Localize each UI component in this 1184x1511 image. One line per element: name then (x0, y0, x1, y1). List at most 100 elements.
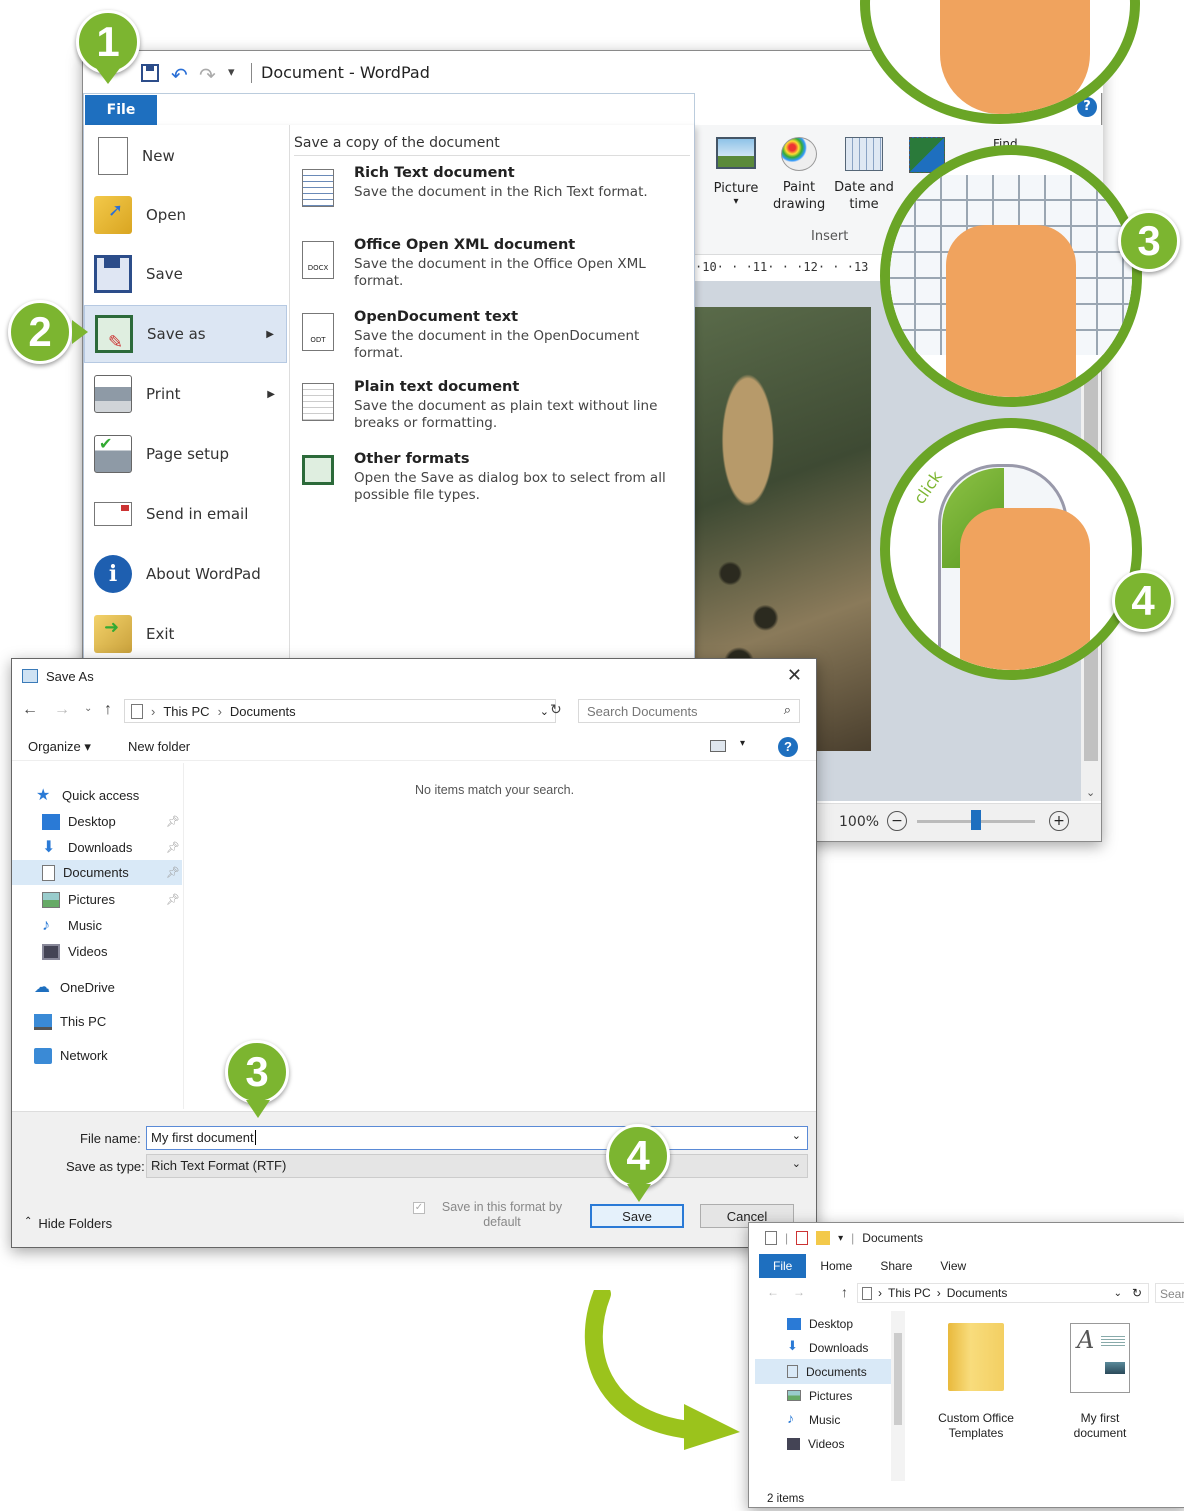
keyboard-illustration (880, 145, 1142, 407)
pin-icon[interactable]: 📌︎ (166, 815, 180, 828)
help-dialog-icon[interactable]: ? (778, 737, 798, 757)
chevron-up-icon: ⌃ (24, 1216, 33, 1227)
nav-downloads[interactable]: ⬇ Downloads 📌︎ (42, 835, 180, 860)
explorer-back-icon[interactable]: ← (767, 1285, 779, 1299)
address-bar[interactable]: › This PC › Documents ⌄ (124, 699, 556, 723)
savetype-select[interactable]: Rich Text Format (RTF) ⌄ (146, 1154, 808, 1178)
nav-onedrive[interactable]: ☁ OneDrive (34, 975, 115, 1000)
explorer-nav-music[interactable]: ♪ Music (787, 1407, 840, 1432)
organize-button[interactable]: Organize ▾ (28, 739, 91, 755)
breadcrumb-documents[interactable]: Documents (947, 1286, 1008, 1300)
refresh-icon[interactable]: ↻ (550, 701, 562, 718)
format-other[interactable]: Other formats Open the Save as dialog box… (302, 451, 692, 504)
nav-quick-access[interactable]: ★ Quick access (36, 783, 139, 808)
explorer-address-bar[interactable]: › This PC › Documents ⌄ ↻ (857, 1283, 1149, 1303)
view-chevron-icon[interactable]: ▾ (740, 738, 745, 749)
format-odt[interactable]: ODT OpenDocument text Save the document i… (302, 309, 692, 362)
menu-print[interactable]: Print ▶ (84, 365, 287, 423)
paint-drawing-button[interactable]: Paint drawing (773, 137, 825, 213)
dialog-title: Save As (46, 668, 94, 684)
nav-network[interactable]: Network (34, 1043, 108, 1068)
zoom-in-icon[interactable]: + (1049, 811, 1069, 831)
new-folder-button[interactable]: New folder (128, 739, 190, 754)
nav-pictures[interactable]: Pictures 📌︎ (42, 887, 180, 912)
menu-page-setup[interactable]: ✔ Page setup (84, 425, 287, 483)
filename-dropdown-icon[interactable]: ⌄ (792, 1129, 801, 1142)
explorer-address-dropdown-icon[interactable]: ⌄ (1114, 1288, 1122, 1299)
nav-desktop[interactable]: Desktop 📌︎ (42, 809, 180, 834)
explorer-tab-file[interactable]: File (759, 1254, 807, 1278)
explorer-nav-pictures[interactable]: Pictures (787, 1383, 852, 1408)
menu-open[interactable]: ➚ Open (84, 186, 287, 244)
explorer-tab-home[interactable]: Home (806, 1254, 866, 1278)
redo-icon[interactable]: ↷ (199, 63, 216, 87)
view-options-icon[interactable] (710, 740, 726, 752)
pin-icon[interactable]: 📌︎ (166, 893, 180, 906)
explorer-up-icon[interactable]: ↑ (841, 1284, 848, 1300)
qat-dropdown-icon[interactable]: ▾ (838, 1233, 843, 1244)
back-icon[interactable]: ← (22, 701, 38, 719)
explorer-tab-share[interactable]: Share (866, 1254, 926, 1278)
undo-icon[interactable]: ↶ (171, 63, 188, 87)
date-time-button[interactable]: Date and time (831, 137, 897, 213)
pin-icon[interactable]: 📌︎ (166, 841, 180, 854)
save-button[interactable]: Save (590, 1204, 684, 1228)
explorer-search-input[interactable]: Sear (1155, 1283, 1184, 1303)
up-icon[interactable]: ↑ (104, 701, 112, 719)
rtf-document-icon: A (1070, 1323, 1130, 1393)
save-quick-icon[interactable] (141, 64, 159, 82)
recent-chevron-icon[interactable]: ⌄ (84, 703, 92, 714)
customize-qat-icon[interactable]: ▾ (228, 65, 235, 80)
filename-input[interactable]: My first document ⌄ (146, 1126, 808, 1150)
explorer-refresh-icon[interactable]: ↻ (1132, 1286, 1142, 1300)
scroll-down-icon[interactable]: ⌄ (1086, 786, 1095, 799)
documents-icon (787, 1365, 798, 1378)
close-icon[interactable]: ✕ (787, 665, 802, 686)
breadcrumb-this-pc[interactable]: This PC (888, 1286, 931, 1300)
explorer-item-my-first-document[interactable]: A My first document (1055, 1323, 1145, 1441)
step-4-pointer-icon (627, 1184, 651, 1202)
menu-exit[interactable]: ➜ Exit (84, 605, 287, 663)
checklist-icon[interactable] (796, 1231, 809, 1245)
menu-save-as[interactable]: ✎ Save as ▶ (84, 305, 287, 363)
address-dropdown-icon[interactable]: ⌄ (540, 705, 549, 718)
pin-icon[interactable]: 📌︎ (166, 866, 180, 879)
nav-music[interactable]: ♪ Music (42, 913, 102, 938)
format-rtf[interactable]: Rich Text document Save the document in t… (302, 165, 692, 207)
zoom-thumb[interactable] (971, 810, 981, 830)
hand-icon (940, 0, 1090, 114)
picture-button[interactable]: Picture ▾ (705, 137, 767, 207)
format-txt[interactable]: Plain text document Save the document as … (302, 379, 692, 432)
format-docx[interactable]: DOCX Office Open XML document Save the do… (302, 237, 692, 290)
explorer-tab-view[interactable]: View (926, 1254, 980, 1278)
menu-new[interactable]: New (84, 127, 287, 185)
music-icon: ♪ (42, 916, 50, 934)
nav-documents[interactable]: Documents 📌︎ (12, 860, 182, 885)
menu-about[interactable]: i About WordPad (84, 545, 287, 603)
search-input[interactable]: Search Documents ⌕ (578, 699, 800, 723)
nav-videos[interactable]: Videos (42, 939, 108, 964)
chevron-right-icon: ▶ (266, 328, 274, 340)
menu-send-email[interactable]: Send in email (84, 485, 287, 543)
nav-this-pc[interactable]: This PC (34, 1009, 106, 1034)
zoom-out-icon[interactable]: − (887, 811, 907, 831)
menu-save[interactable]: Save (84, 245, 287, 303)
properties-icon[interactable] (765, 1231, 777, 1245)
explorer-nav-videos[interactable]: Videos (787, 1431, 844, 1456)
explorer-forward-icon[interactable]: → (793, 1285, 805, 1299)
explorer-nav-scrollbar[interactable] (891, 1311, 905, 1481)
explorer-nav-downloads[interactable]: ⬇ Downloads (787, 1335, 868, 1360)
forward-icon[interactable]: → (54, 701, 70, 719)
picture-icon (716, 137, 756, 169)
explorer-nav-documents[interactable]: Documents (755, 1359, 891, 1384)
breadcrumb-documents[interactable]: Documents (230, 704, 296, 719)
default-format-checkbox[interactable]: ✓ (413, 1202, 425, 1214)
breadcrumb-this-pc[interactable]: This PC (163, 704, 209, 719)
explorer-item-templates[interactable]: Custom Office Templates (929, 1323, 1023, 1441)
videos-icon (787, 1437, 800, 1450)
odt-file-icon: ODT (302, 313, 334, 351)
star-icon: ★ (36, 786, 51, 804)
hide-folders-button[interactable]: ⌃ Hide Folders (24, 1216, 112, 1231)
file-tab[interactable]: File (85, 95, 157, 125)
explorer-nav-desktop[interactable]: Desktop (787, 1311, 853, 1336)
